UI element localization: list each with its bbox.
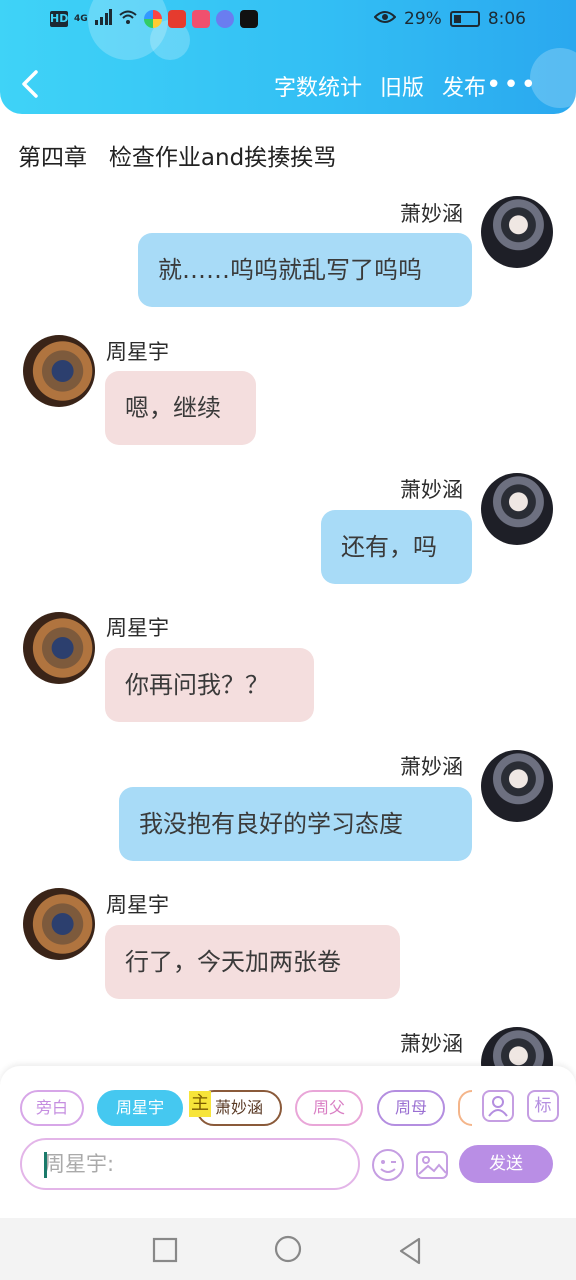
tiktok-notification-icon xyxy=(239,10,258,28)
person-icon xyxy=(488,1096,508,1117)
eye-icon xyxy=(373,9,397,29)
chapter-title: 第四章 检查作业and挨揍挨骂 xyxy=(18,145,337,171)
taobao-notification-icon xyxy=(167,10,186,28)
image-button[interactable] xyxy=(415,1148,449,1182)
app-header: HD 4G 29% 8:06 字数统计 旧版 发布 ••• xyxy=(0,0,576,114)
role-chip-narration[interactable]: 旁白 xyxy=(20,1090,84,1126)
triangle-back-icon xyxy=(399,1237,421,1265)
message-bubble[interactable]: 你再问我？？ xyxy=(105,648,314,722)
mark-button[interactable]: 标 xyxy=(527,1090,559,1122)
avatar[interactable] xyxy=(481,750,553,822)
system-navigation-bar xyxy=(0,1218,576,1280)
role-manage-button[interactable] xyxy=(482,1090,514,1122)
image-icon xyxy=(416,1151,448,1179)
home-button[interactable] xyxy=(274,1235,302,1267)
avatar[interactable] xyxy=(481,196,553,268)
old-version-button[interactable]: 旧版 xyxy=(380,70,424,102)
main-role-badge: 主 xyxy=(189,1091,211,1117)
avatar[interactable] xyxy=(481,473,553,545)
message-bubble[interactable]: 我没抱有良好的学习态度 xyxy=(119,787,472,861)
network-indicator: 4G xyxy=(74,14,88,24)
battery-percent: 29% xyxy=(404,9,442,29)
speaker-name: 周星宇 xyxy=(106,340,169,364)
back-button[interactable] xyxy=(18,66,50,102)
smile-icon xyxy=(372,1149,404,1181)
publish-button[interactable]: 发布 xyxy=(442,70,486,102)
app-notification-icon xyxy=(143,10,162,28)
chevron-left-icon xyxy=(22,70,38,98)
message-bubble[interactable]: 行了，今天加两张卷 xyxy=(105,925,400,999)
clock: 8:06 xyxy=(487,9,526,29)
text-caret xyxy=(44,1152,47,1178)
message-input[interactable]: 周星宇: xyxy=(20,1138,360,1190)
book-notification-icon xyxy=(191,10,210,28)
speaker-name: 萧妙涵 xyxy=(400,755,463,779)
speaker-name: 萧妙涵 xyxy=(400,1032,463,1056)
role-chip-more[interactable] xyxy=(458,1090,472,1126)
music-notification-icon xyxy=(215,10,234,28)
more-button[interactable]: ••• xyxy=(486,70,538,100)
role-chip-zhou-xingyu[interactable]: 周星宇 xyxy=(97,1090,183,1126)
input-value: 周星宇: xyxy=(44,1152,115,1176)
battery-icon xyxy=(449,11,480,27)
avatar[interactable] xyxy=(23,888,95,960)
hd-indicator: HD xyxy=(50,11,69,27)
back-nav-button[interactable] xyxy=(397,1237,423,1269)
signal-icon xyxy=(94,9,112,29)
role-chip-father[interactable]: 周父 xyxy=(295,1090,363,1126)
speaker-name: 萧妙涵 xyxy=(400,202,463,226)
wifi-icon xyxy=(118,9,138,29)
square-icon xyxy=(152,1237,178,1263)
speaker-name: 萧妙涵 xyxy=(400,478,463,502)
recents-button[interactable] xyxy=(152,1237,178,1267)
speaker-name: 周星宇 xyxy=(106,893,169,917)
emoji-button[interactable] xyxy=(371,1148,405,1182)
status-bar: HD 4G 29% 8:06 xyxy=(0,0,576,40)
message-bubble[interactable]: 嗯，继续 xyxy=(105,371,256,445)
role-chip-mother[interactable]: 周母 xyxy=(377,1090,445,1126)
message-bubble[interactable]: 还有，吗 xyxy=(321,510,472,584)
send-button[interactable]: 发送 xyxy=(459,1145,553,1183)
avatar[interactable] xyxy=(23,612,95,684)
circle-icon xyxy=(274,1235,302,1263)
word-count-button[interactable]: 字数统计 xyxy=(274,70,362,102)
speaker-name: 周星宇 xyxy=(106,616,169,640)
avatar[interactable] xyxy=(23,335,95,407)
message-bubble[interactable]: 就……呜呜就乱写了呜呜 xyxy=(138,233,472,307)
toolbar: 字数统计 旧版 发布 ••• xyxy=(0,60,576,110)
